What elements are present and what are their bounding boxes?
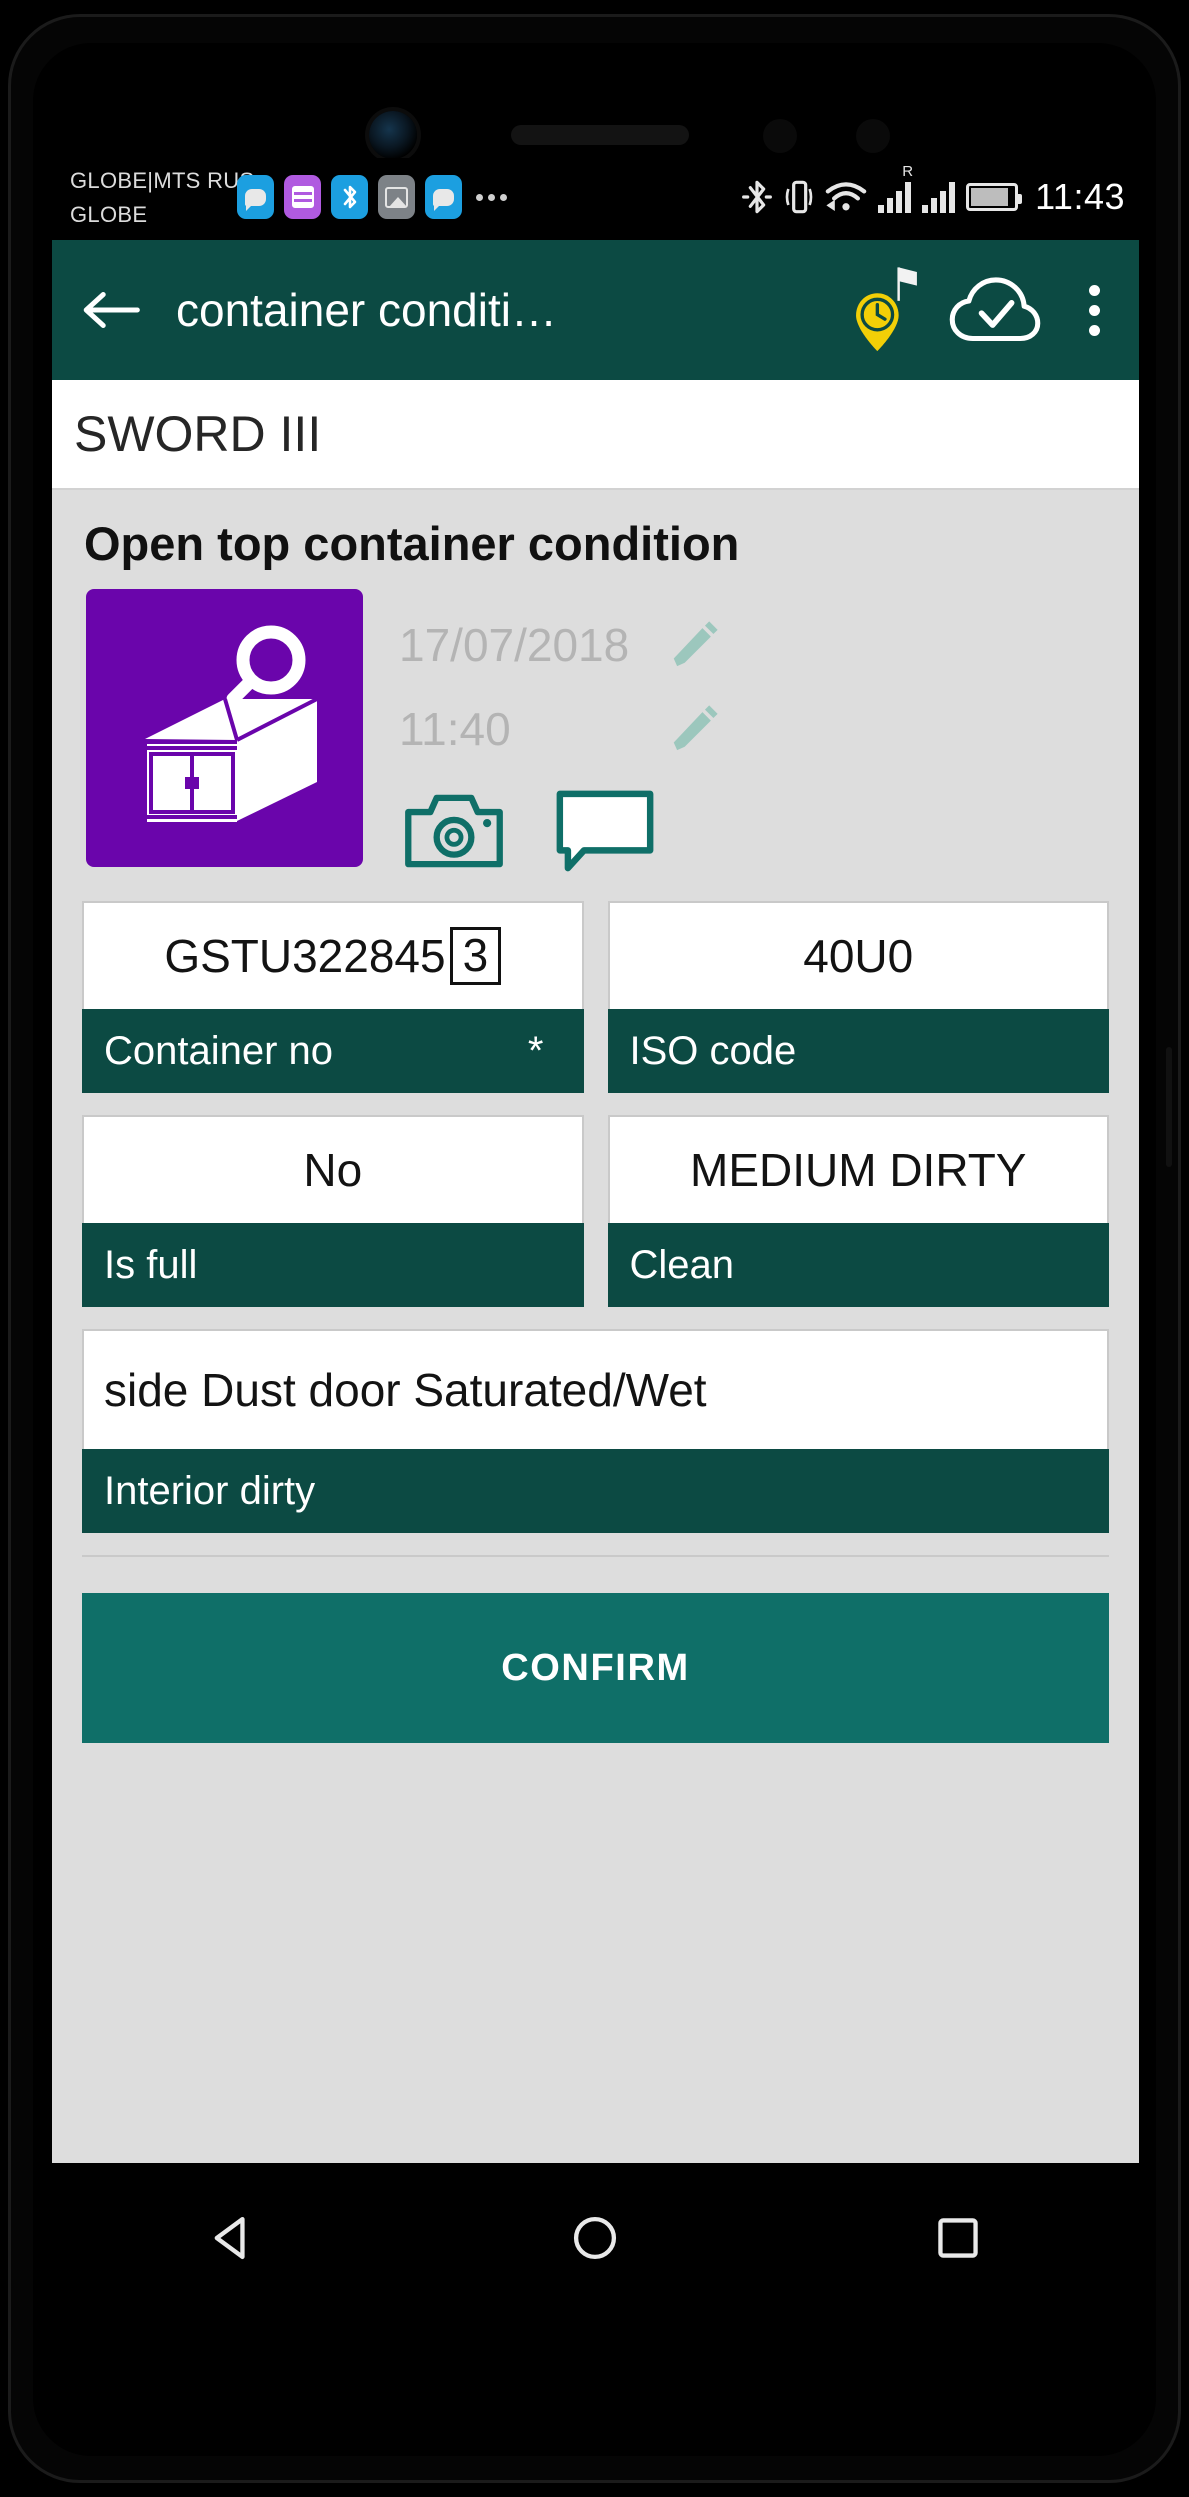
attachment-actions xyxy=(399,771,1139,873)
gallery-image-icon xyxy=(378,175,415,219)
interior-dirty-label-text: Interior dirty xyxy=(104,1468,316,1513)
back-button[interactable] xyxy=(74,273,148,347)
clean-label-text: Clean xyxy=(629,1242,735,1287)
status-clock: 11:43 xyxy=(1035,176,1125,217)
nav-home-glyph xyxy=(574,2216,617,2260)
is-full-value[interactable]: No xyxy=(82,1115,584,1223)
wifi-icon xyxy=(825,182,867,211)
cloud-check-glyph xyxy=(949,277,1041,342)
notification-icons[interactable] xyxy=(237,175,507,219)
time-row[interactable]: 11:40 xyxy=(399,687,1139,771)
app-bar: container conditi… xyxy=(52,240,1139,380)
open-top-container-inspection-icon[interactable] xyxy=(86,589,363,867)
vessel-header: SWORD III xyxy=(52,380,1139,490)
field-iso-code[interactable]: 40U0 ISO code xyxy=(607,901,1109,1093)
pencil-icon[interactable] xyxy=(667,702,721,756)
pencil-icon[interactable] xyxy=(667,618,721,672)
status-bar: GLOBE|MTS RUS GLOBE R 11:43 xyxy=(52,158,1139,240)
container-check-digit: 3 xyxy=(449,927,502,985)
clean-value[interactable]: MEDIUM DIRTY xyxy=(607,1115,1109,1223)
overflow-menu-icon[interactable] xyxy=(1067,271,1121,349)
container-magnifier-glyph xyxy=(144,625,318,822)
signal-bars-sim1-icon: R xyxy=(878,164,913,213)
earpiece-speaker xyxy=(511,125,689,145)
section-title: Open top container condition xyxy=(84,517,740,570)
back-arrow-icon xyxy=(83,292,140,328)
pin-clock-glyph xyxy=(856,267,917,352)
is-full-label-text: Is full xyxy=(104,1242,198,1287)
light-sensor xyxy=(856,119,890,153)
list-app-icon xyxy=(284,175,321,219)
container-no-text: GSTU322845 xyxy=(164,930,446,982)
status-system-icons: R 11:43 xyxy=(741,164,1125,224)
field-row-2: No Is full MEDIUM DIRTY Clean xyxy=(82,1115,1109,1307)
message-bubble-icon xyxy=(237,175,274,219)
date-value: 17/07/2018 xyxy=(399,619,630,671)
iso-code-label: ISO code xyxy=(607,1009,1109,1093)
carrier-line-2: GLOBE xyxy=(70,202,148,227)
vibrate-icon xyxy=(785,180,813,214)
phone-screen: GLOBE|MTS RUS GLOBE R 11:43 container co… xyxy=(52,158,1139,2163)
date-row[interactable]: 17/07/2018 xyxy=(399,603,1139,687)
summary-block: 17/07/2018 11:40 xyxy=(52,589,1139,873)
vessel-name: SWORD III xyxy=(74,406,322,462)
iso-code-value[interactable]: 40U0 xyxy=(607,901,1109,1009)
app-bar-actions xyxy=(853,264,1121,356)
bluetooth-glyph xyxy=(343,185,356,209)
nav-recents-glyph xyxy=(938,2218,978,2258)
field-row-1: GSTU322845 3 Container no * 40U0 ISO code xyxy=(82,901,1109,1093)
container-no-label: Container no * xyxy=(82,1009,584,1093)
clean-label: Clean xyxy=(607,1223,1109,1307)
fields-area: GSTU322845 3 Container no * 40U0 ISO code xyxy=(52,873,1139,1533)
confirm-area: CONFIRM xyxy=(52,1575,1139,1743)
carrier-line-1: GLOBE|MTS RUS xyxy=(70,168,255,193)
field-container-no[interactable]: GSTU322845 3 Container no * xyxy=(82,901,584,1093)
confirm-button[interactable]: CONFIRM xyxy=(82,1593,1109,1743)
cloud-check-icon[interactable] xyxy=(947,271,1043,349)
nav-back-triangle-icon[interactable] xyxy=(173,2193,293,2283)
container-no-value[interactable]: GSTU322845 3 xyxy=(82,901,584,1009)
interior-dirty-value[interactable]: side Dust door Saturated/Wet xyxy=(82,1329,1109,1449)
bluetooth-icon xyxy=(742,180,773,214)
bluetooth-app-icon xyxy=(331,175,368,219)
proximity-sensor xyxy=(763,119,797,153)
more-notifications-icon xyxy=(476,193,507,201)
phone-frame: GLOBE|MTS RUS GLOBE R 11:43 container co… xyxy=(0,0,1189,2497)
android-navigation-bar xyxy=(52,2163,1139,2313)
iso-code-label-text: ISO code xyxy=(629,1028,797,1073)
field-interior-dirty[interactable]: side Dust door Saturated/Wet Interior di… xyxy=(82,1329,1109,1533)
page-title: container conditi… xyxy=(176,284,557,336)
interior-dirty-label: Interior dirty xyxy=(82,1449,1109,1533)
nav-home-circle-icon[interactable] xyxy=(535,2193,655,2283)
is-full-label: Is full xyxy=(82,1223,584,1307)
field-is-full[interactable]: No Is full xyxy=(82,1115,584,1307)
battery-icon xyxy=(966,183,1023,211)
front-camera xyxy=(369,111,417,159)
location-time-pin-icon[interactable] xyxy=(853,264,923,356)
container-no-label-text: Container no xyxy=(104,1028,334,1073)
section-divider xyxy=(82,1555,1109,1575)
side-accent xyxy=(1166,1047,1172,1167)
camera-icon[interactable] xyxy=(403,790,505,872)
carrier-label: GLOBE|MTS RUS GLOBE xyxy=(70,164,254,232)
signal-bars-sim2-icon xyxy=(922,181,956,213)
field-row-3: side Dust door Saturated/Wet Interior di… xyxy=(82,1329,1109,1533)
nav-recents-square-icon[interactable] xyxy=(898,2193,1018,2283)
required-asterisk: * xyxy=(527,1028,544,1073)
nav-back-glyph xyxy=(214,2216,245,2260)
time-value: 11:40 xyxy=(399,703,511,755)
datetime-block: 17/07/2018 11:40 xyxy=(363,589,1139,873)
roaming-indicator: R xyxy=(902,163,914,180)
comment-icon[interactable] xyxy=(555,789,655,873)
field-clean[interactable]: MEDIUM DIRTY Clean xyxy=(607,1115,1109,1307)
message-bubble-icon xyxy=(425,175,462,219)
form-content: Open top container condition 17/07/2018 … xyxy=(52,490,1139,2163)
